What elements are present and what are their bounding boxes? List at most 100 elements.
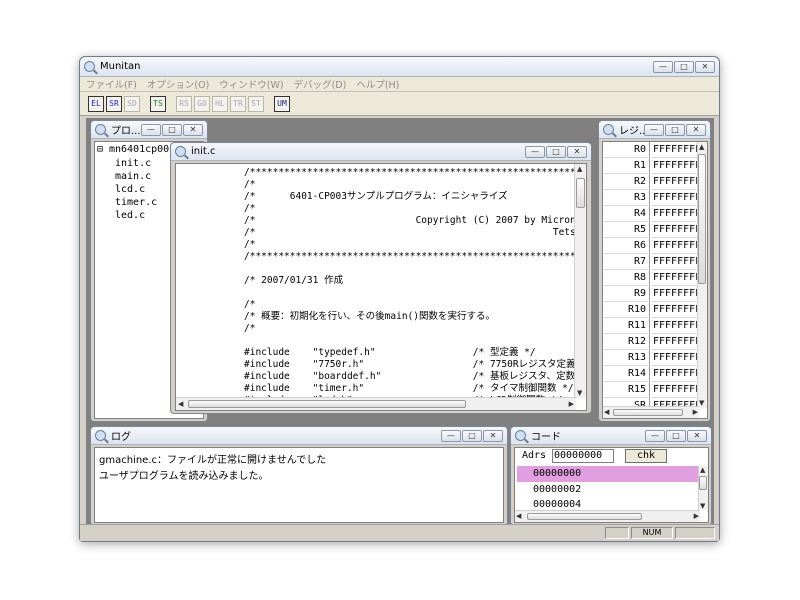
- project-minimize-button[interactable]: —: [141, 123, 161, 136]
- register-row[interactable]: R1 FFFFFFFF: [603, 158, 707, 174]
- register-row[interactable]: R6 FFFFFFFF: [603, 238, 707, 254]
- menu-window[interactable]: ウィンドウ(W): [219, 77, 283, 91]
- scroll-right-arrow-icon[interactable]: ▶: [694, 512, 699, 520]
- register-row[interactable]: R14 FFFFFFFF: [603, 366, 707, 382]
- editor-hscrollbar[interactable]: ◀ ▶: [176, 397, 576, 410]
- project-maximize-button[interactable]: □: [162, 123, 182, 136]
- scroll-left-arrow-icon[interactable]: ◀: [516, 512, 521, 520]
- minimize-button[interactable]: —: [653, 60, 673, 73]
- toolbar-sr-button[interactable]: SR: [106, 95, 122, 112]
- register-close-button[interactable]: ✕: [686, 123, 706, 136]
- project-titlebar[interactable]: プロ... — □ ✕: [91, 121, 207, 139]
- register-value[interactable]: FFFFFFFF: [651, 238, 701, 254]
- scroll-down-arrow-icon[interactable]: ▼: [577, 389, 582, 397]
- tree-file-init[interactable]: init.c: [115, 158, 151, 169]
- register-row[interactable]: R2 FFFFFFFF: [603, 174, 707, 190]
- register-value[interactable]: FFFFFFFF: [651, 158, 701, 174]
- code-hscroll-thumb[interactable]: [527, 513, 642, 520]
- register-row[interactable]: R10 FFFFFFFF: [603, 302, 707, 318]
- scroll-up-arrow-icon[interactable]: ▲: [699, 143, 704, 151]
- code-titlebar[interactable]: コード — □ ✕: [511, 427, 711, 445]
- menu-file[interactable]: ファイル(F): [86, 77, 137, 91]
- main-titlebar[interactable]: Munitan — □ ✕: [80, 57, 719, 77]
- register-vscrollbar[interactable]: ▲ ▼: [697, 142, 707, 408]
- log-titlebar[interactable]: ログ — □ ✕: [91, 427, 507, 445]
- scroll-up-arrow-icon[interactable]: ▲: [700, 466, 705, 474]
- toolbar-tr-button[interactable]: TR: [230, 95, 246, 112]
- register-row[interactable]: R7 FFFFFFFF: [603, 254, 707, 270]
- register-value[interactable]: FFFFFFFF: [651, 382, 701, 398]
- log-maximize-button[interactable]: □: [462, 429, 482, 442]
- code-vscrollbar[interactable]: ▲ ▼: [698, 466, 708, 510]
- code-row[interactable]: 00000002: [517, 482, 699, 498]
- toolbar-st-button[interactable]: ST: [248, 95, 264, 112]
- scroll-down-arrow-icon[interactable]: ▼: [699, 399, 704, 407]
- toolbar-rs-button[interactable]: RS: [176, 95, 192, 112]
- register-minimize-button[interactable]: —: [644, 123, 664, 136]
- register-value[interactable]: FFFFFFFF: [651, 286, 701, 302]
- code-minimize-button[interactable]: —: [645, 429, 665, 442]
- menu-help[interactable]: ヘルプ(H): [356, 77, 399, 91]
- log-close-button[interactable]: ✕: [483, 429, 503, 442]
- code-maximize-button[interactable]: □: [666, 429, 686, 442]
- code-vscroll-thumb[interactable]: [699, 476, 707, 490]
- register-grid[interactable]: R0 FFFFFFFF R1 FFFFFFFF R2 FFFFFFFF R3 FFFFFFFF…: [602, 141, 708, 419]
- register-row[interactable]: R13 FFFFFFFF: [603, 350, 707, 366]
- code-editor[interactable]: /***************************************…: [175, 163, 587, 411]
- register-hscrollbar[interactable]: ◀ ▶: [603, 406, 699, 418]
- register-hscroll-thumb[interactable]: [613, 409, 683, 416]
- scroll-right-arrow-icon[interactable]: ▶: [693, 408, 698, 416]
- tree-file-lcd[interactable]: lcd.c: [115, 184, 145, 195]
- register-row[interactable]: R5 FFFFFFFF: [603, 222, 707, 238]
- register-value[interactable]: FFFFFFFF: [651, 222, 701, 238]
- register-value[interactable]: FFFFFFFF: [651, 302, 701, 318]
- editor-vscroll-thumb[interactable]: [576, 178, 585, 208]
- maximize-button[interactable]: □: [674, 60, 694, 73]
- register-value[interactable]: FFFFFFFF: [651, 142, 701, 158]
- project-close-button[interactable]: ✕: [183, 123, 203, 136]
- log-output[interactable]: gmachine.c：ファイルが正常に開けませんでした ユーザプログラムを読み込…: [94, 447, 504, 523]
- register-vscroll-thumb[interactable]: [698, 154, 706, 284]
- editor-maximize-button[interactable]: □: [546, 145, 566, 158]
- register-value[interactable]: FFFFFFFF: [651, 254, 701, 270]
- editor-titlebar[interactable]: init.c — □ ✕: [171, 143, 591, 161]
- register-value[interactable]: FFFFFFFF: [651, 366, 701, 382]
- editor-minimize-button[interactable]: —: [525, 145, 545, 158]
- tree-file-led[interactable]: led.c: [115, 210, 145, 221]
- register-value[interactable]: FFFFFFFF: [651, 174, 701, 190]
- chk-button[interactable]: chk: [625, 449, 667, 463]
- menu-option[interactable]: オプション(O): [147, 77, 209, 91]
- scroll-down-arrow-icon[interactable]: ▼: [700, 502, 705, 510]
- toolbar-el-button[interactable]: EL: [88, 95, 104, 112]
- register-maximize-button[interactable]: □: [665, 123, 685, 136]
- register-value[interactable]: FFFFFFFF: [651, 206, 701, 222]
- tree-file-timer[interactable]: timer.c: [115, 197, 157, 208]
- code-hscrollbar[interactable]: ◀ ▶: [515, 510, 700, 522]
- tree-collapse-icon[interactable]: ⊟: [97, 144, 103, 155]
- register-row[interactable]: R12 FFFFFFFF: [603, 334, 707, 350]
- register-row[interactable]: R8 FFFFFFFF: [603, 270, 707, 286]
- scroll-left-arrow-icon[interactable]: ◀: [178, 400, 183, 408]
- register-value[interactable]: FFFFFFFF: [651, 270, 701, 286]
- toolbar-ts-button[interactable]: TS: [150, 95, 166, 112]
- editor-vscrollbar[interactable]: ▲ ▼: [574, 164, 586, 398]
- code-row-selected[interactable]: 00000000: [517, 466, 699, 482]
- log-minimize-button[interactable]: —: [441, 429, 461, 442]
- register-row[interactable]: R11 FFFFFFFF: [603, 318, 707, 334]
- toolbar-hl-button[interactable]: HL: [212, 95, 228, 112]
- menu-debug[interactable]: デバッグ(D): [294, 77, 347, 91]
- adrs-input[interactable]: 00000000: [552, 449, 614, 463]
- toolbar-go-button[interactable]: GO: [194, 95, 210, 112]
- register-value[interactable]: FFFFFFFF: [651, 318, 701, 334]
- code-close-button[interactable]: ✕: [687, 429, 707, 442]
- tree-file-main[interactable]: main.c: [115, 171, 151, 182]
- register-value[interactable]: FFFFFFFF: [651, 350, 701, 366]
- register-row[interactable]: R15 FFFFFFFF: [603, 382, 707, 398]
- register-value[interactable]: FFFFFFFF: [651, 190, 701, 206]
- register-row[interactable]: R3 FFFFFFFF: [603, 190, 707, 206]
- editor-hscroll-thumb[interactable]: [188, 400, 466, 408]
- close-button[interactable]: ✕: [695, 60, 715, 73]
- register-row[interactable]: R4 FFFFFFFF: [603, 206, 707, 222]
- register-row[interactable]: R9 FFFFFFFF: [603, 286, 707, 302]
- scroll-right-arrow-icon[interactable]: ▶: [569, 400, 574, 408]
